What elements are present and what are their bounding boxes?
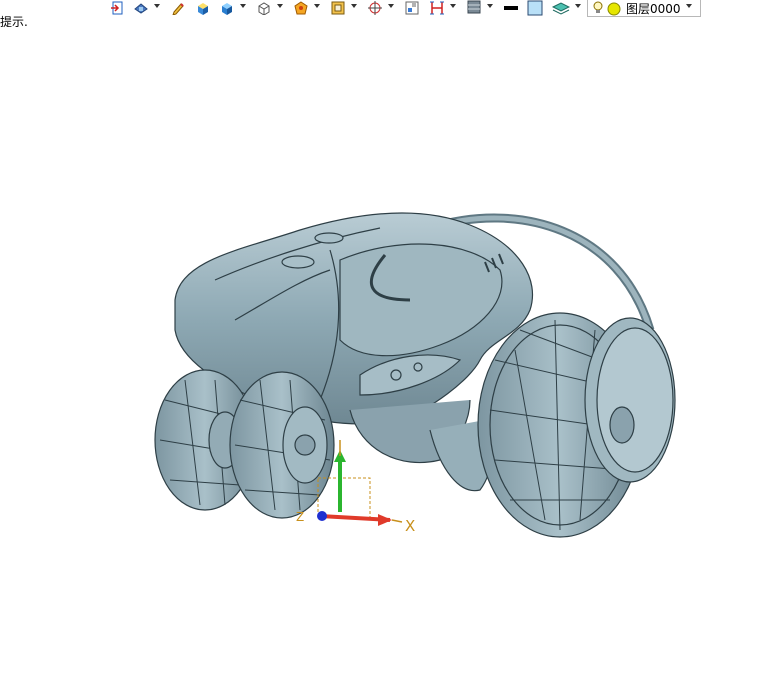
layer-stack-icon[interactable]	[465, 0, 483, 16]
vehicle-model	[154, 212, 676, 538]
view-icon[interactable]	[132, 0, 150, 16]
layer-manager-dropdown-icon[interactable]	[575, 4, 581, 8]
wireframe-dropdown-icon[interactable]	[277, 4, 283, 8]
solid-box-icon[interactable]	[194, 0, 212, 16]
layer-selector[interactable]: 图层0000	[587, 0, 701, 17]
render-sphere-icon[interactable]	[292, 0, 310, 16]
line-color-icon[interactable]	[502, 0, 520, 16]
wireframe-cube-icon[interactable]	[255, 0, 273, 16]
layer-name: 图层0000	[626, 1, 681, 16]
fill-color-icon[interactable]	[526, 0, 544, 16]
z-axis	[317, 511, 327, 521]
frame-icon[interactable]	[329, 0, 347, 16]
render-dropdown-icon[interactable]	[314, 4, 320, 8]
layer-manager-icon[interactable]	[552, 0, 570, 16]
cube-dropdown-icon[interactable]	[240, 4, 246, 8]
x-axis-label: X	[405, 517, 415, 535]
cube-blue-icon[interactable]	[218, 0, 236, 16]
bulb-icon[interactable]	[592, 1, 604, 18]
frame-dropdown-icon[interactable]	[351, 4, 357, 8]
layer-color-icon	[607, 2, 621, 19]
measure-dropdown-icon[interactable]	[450, 4, 456, 8]
hint-label: 提示.	[0, 15, 28, 29]
layer-stack-dropdown-icon[interactable]	[487, 4, 493, 8]
x-axis-arrow	[378, 514, 392, 526]
snap-target-icon[interactable]	[366, 0, 384, 16]
grid-view-icon[interactable]	[403, 0, 421, 16]
measure-icon[interactable]	[428, 0, 446, 16]
pencil-icon[interactable]	[169, 0, 187, 16]
view-dropdown-icon[interactable]	[154, 4, 160, 8]
3d-viewport[interactable]: X Z	[0, 30, 762, 680]
snap-dropdown-icon[interactable]	[388, 4, 394, 8]
exit-icon[interactable]	[108, 0, 126, 16]
z-axis-label: Z	[296, 510, 304, 524]
layer-dropdown-icon[interactable]	[686, 4, 692, 8]
toolbar: 图层0000	[104, 0, 704, 18]
